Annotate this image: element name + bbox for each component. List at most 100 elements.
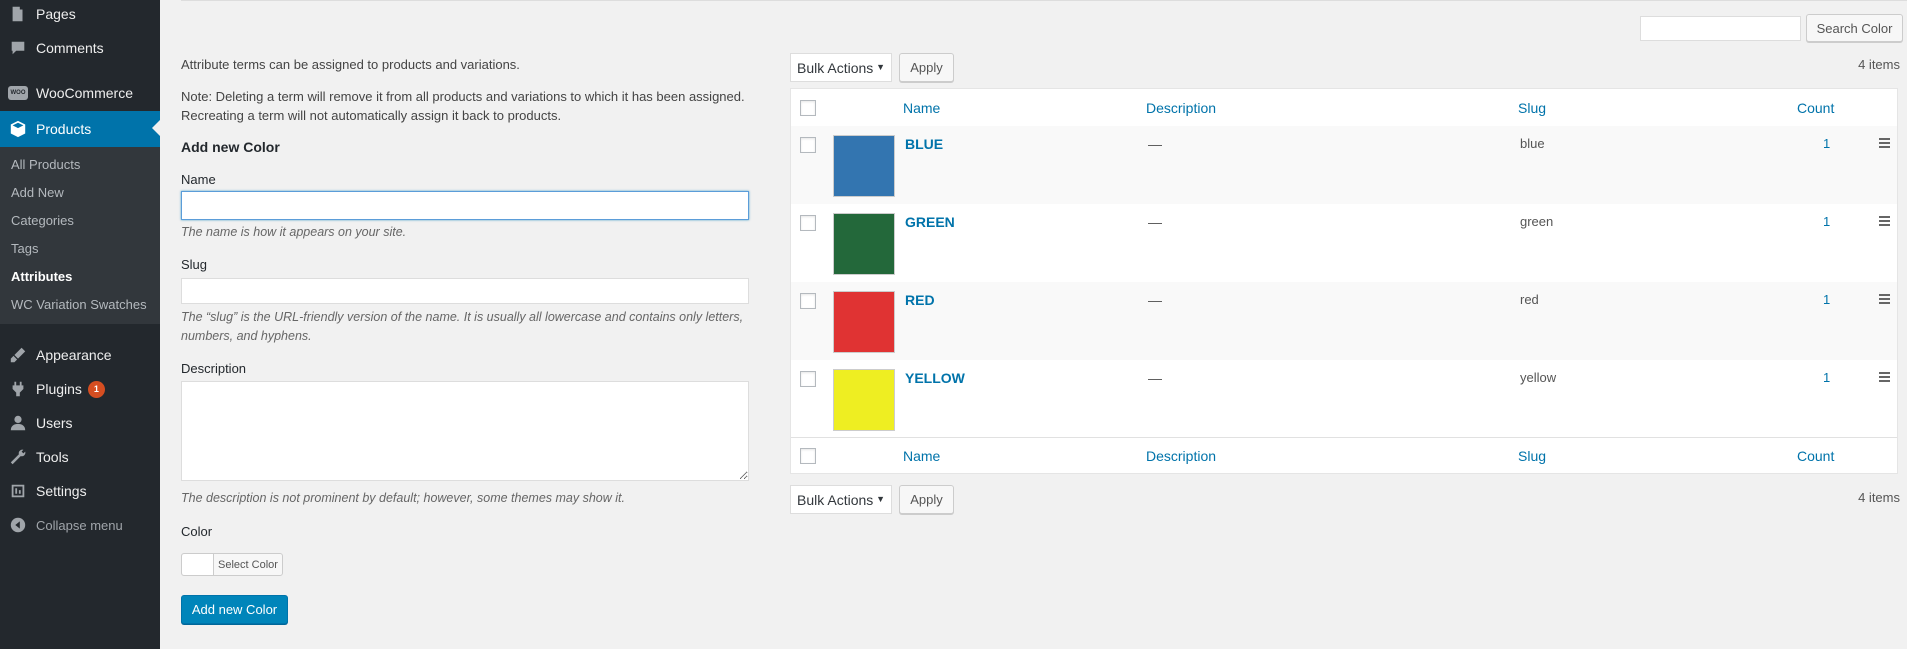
term-count-link[interactable]: 1 bbox=[1823, 136, 1830, 151]
dropdown-caret-icon: ▼ bbox=[876, 494, 885, 504]
tools-icon bbox=[0, 440, 36, 474]
add-new-color-button[interactable]: Add new Color bbox=[181, 595, 288, 624]
color-picker-button[interactable]: Select Color bbox=[181, 553, 283, 576]
pages-icon bbox=[0, 0, 36, 31]
drag-handle-icon[interactable] bbox=[1879, 294, 1890, 304]
search-button[interactable]: Search Color bbox=[1806, 14, 1903, 42]
term-description: — bbox=[1148, 136, 1162, 152]
menu-item-users[interactable]: Users bbox=[0, 406, 160, 440]
column-count[interactable]: Count bbox=[1797, 100, 1834, 116]
menu-item-comments[interactable]: Comments bbox=[0, 31, 160, 65]
plugins-icon bbox=[0, 372, 36, 406]
row-checkbox[interactable] bbox=[800, 137, 816, 153]
row-checkbox[interactable] bbox=[800, 215, 816, 231]
term-slug: blue bbox=[1520, 136, 1545, 151]
term-count-link[interactable]: 1 bbox=[1823, 214, 1830, 229]
column-name-footer[interactable]: Name bbox=[903, 448, 940, 464]
appearance-icon bbox=[0, 338, 36, 372]
description-hint: The description is not prominent by defa… bbox=[181, 491, 625, 505]
slug-hint-line2: numbers, and hyphens. bbox=[181, 329, 312, 343]
menu-item-woocommerce[interactable]: WOO WooCommerce bbox=[0, 76, 160, 110]
term-name-link[interactable]: YELLOW bbox=[905, 370, 965, 386]
items-count-bottom: 4 items bbox=[1858, 490, 1900, 505]
collapse-icon bbox=[0, 508, 36, 542]
menu-item-tools[interactable]: Tools bbox=[0, 440, 160, 474]
bulk-actions-select-top[interactable]: Bulk Actions ▼ bbox=[790, 53, 892, 82]
select-all-checkbox[interactable] bbox=[800, 100, 816, 116]
column-description-footer[interactable]: Description bbox=[1146, 448, 1216, 464]
row-checkbox[interactable] bbox=[800, 371, 816, 387]
update-count-badge: 1 bbox=[87, 380, 105, 398]
products-submenu: All Products Add New Categories Tags Att… bbox=[0, 147, 160, 324]
slug-label: Slug bbox=[181, 257, 208, 272]
bulk-actions-label: Bulk Actions bbox=[797, 491, 874, 508]
menu-item-label: Tools bbox=[36, 449, 69, 465]
term-name-link[interactable]: RED bbox=[905, 292, 935, 308]
name-field[interactable] bbox=[181, 191, 749, 220]
menu-item-products[interactable]: Products bbox=[0, 111, 160, 147]
submenu-wc-variation-swatches[interactable]: WC Variation Swatches bbox=[11, 297, 147, 312]
color-preview bbox=[182, 554, 214, 575]
row-checkbox[interactable] bbox=[800, 293, 816, 309]
column-description[interactable]: Description bbox=[1146, 100, 1216, 116]
apply-button-top[interactable]: Apply bbox=[899, 53, 954, 82]
terms-table: Name Description Slug Count BLUE — blue … bbox=[790, 88, 1898, 474]
slug-field[interactable] bbox=[181, 278, 749, 304]
menu-item-appearance[interactable]: Appearance bbox=[0, 338, 160, 372]
term-slug: green bbox=[1520, 214, 1554, 229]
drag-handle-icon[interactable] bbox=[1879, 138, 1890, 148]
menu-item-label: Products bbox=[36, 121, 92, 137]
bulk-actions-label: Bulk Actions bbox=[797, 59, 874, 76]
column-count-footer[interactable]: Count bbox=[1797, 448, 1834, 464]
term-description: — bbox=[1148, 214, 1162, 230]
term-count-link[interactable]: 1 bbox=[1823, 292, 1830, 307]
menu-item-label: Pages bbox=[36, 6, 76, 22]
submenu-attributes[interactable]: Attributes bbox=[11, 269, 72, 284]
submenu-tags[interactable]: Tags bbox=[11, 241, 38, 256]
submenu-categories[interactable]: Categories bbox=[11, 213, 74, 228]
column-name[interactable]: Name bbox=[903, 100, 940, 116]
drag-handle-icon[interactable] bbox=[1879, 216, 1890, 226]
select-color-label: Select Color bbox=[218, 558, 278, 571]
term-slug: red bbox=[1520, 292, 1539, 307]
table-row: YELLOW — yellow 1 bbox=[791, 360, 1897, 438]
term-name-link[interactable]: GREEN bbox=[905, 214, 955, 230]
column-slug[interactable]: Slug bbox=[1518, 100, 1546, 116]
users-icon bbox=[0, 406, 36, 440]
products-icon bbox=[0, 112, 36, 146]
term-description: — bbox=[1148, 292, 1162, 308]
submenu-all-products[interactable]: All Products bbox=[11, 157, 80, 172]
form-intro: Attribute terms can be assigned to produ… bbox=[181, 57, 520, 72]
menu-item-label: Users bbox=[36, 415, 73, 431]
header-divider bbox=[181, 0, 1907, 1]
term-name-link[interactable]: BLUE bbox=[905, 136, 943, 152]
comments-icon bbox=[0, 31, 36, 65]
slug-hint-line1: The “slug” is the URL-friendly version o… bbox=[181, 310, 744, 324]
menu-item-pages[interactable]: Pages bbox=[0, 0, 160, 31]
menu-item-plugins[interactable]: Plugins 1 bbox=[0, 372, 160, 406]
menu-item-label: Settings bbox=[36, 483, 87, 499]
admin-sidebar: Pages Comments WOO WooCommerce Products … bbox=[0, 0, 160, 649]
color-label: Color bbox=[181, 524, 213, 539]
description-field[interactable] bbox=[181, 381, 749, 481]
search-input[interactable] bbox=[1640, 16, 1801, 41]
settings-icon bbox=[0, 474, 36, 508]
bulk-actions-select-bottom[interactable]: Bulk Actions ▼ bbox=[790, 485, 892, 514]
column-slug-footer[interactable]: Slug bbox=[1518, 448, 1546, 464]
table-row: GREEN — green 1 bbox=[791, 204, 1897, 282]
collapse-menu-label: Collapse menu bbox=[36, 517, 123, 533]
form-note-line1: Note: Deleting a term will remove it fro… bbox=[181, 89, 745, 104]
submenu-add-new[interactable]: Add New bbox=[11, 185, 64, 200]
collapse-menu-button[interactable]: Collapse menu bbox=[0, 508, 160, 542]
drag-handle-icon[interactable] bbox=[1879, 372, 1890, 382]
select-all-checkbox-footer[interactable] bbox=[800, 448, 816, 464]
name-hint: The name is how it appears on your site. bbox=[181, 225, 407, 239]
color-swatch bbox=[833, 135, 895, 197]
table-header: Name Description Slug Count bbox=[791, 89, 1897, 127]
term-count-link[interactable]: 1 bbox=[1823, 370, 1830, 385]
dropdown-caret-icon: ▼ bbox=[876, 62, 885, 72]
apply-button-bottom[interactable]: Apply bbox=[899, 485, 954, 514]
table-footer: Name Description Slug Count bbox=[791, 437, 1897, 475]
menu-item-settings[interactable]: Settings bbox=[0, 474, 160, 508]
term-description: — bbox=[1148, 370, 1162, 386]
